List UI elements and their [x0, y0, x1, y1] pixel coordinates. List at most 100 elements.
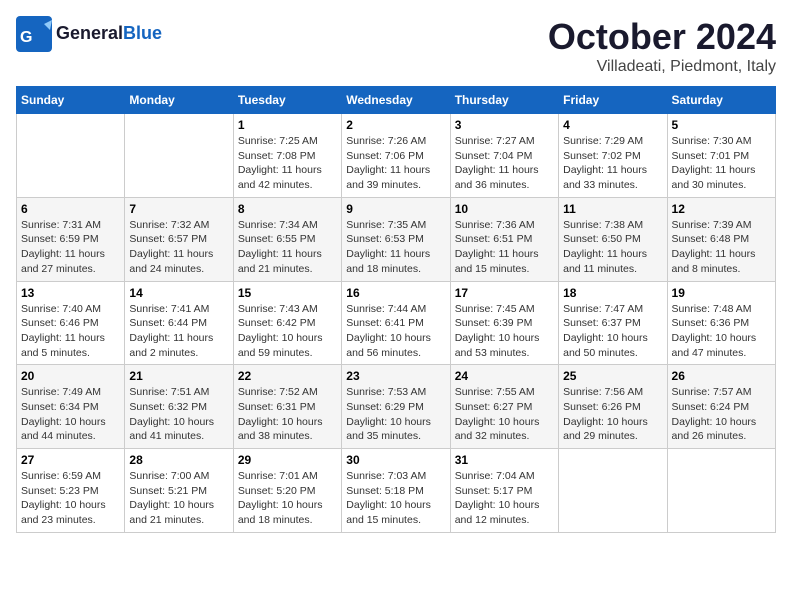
calendar-cell: 15 Sunrise: 7:43 AMSunset: 6:42 PMDayligh… [233, 281, 341, 365]
day-number: 29 [238, 453, 337, 467]
calendar-cell: 8 Sunrise: 7:34 AMSunset: 6:55 PMDaylight… [233, 197, 341, 281]
day-number: 28 [129, 453, 228, 467]
day-number: 3 [455, 118, 554, 132]
day-info: Sunrise: 7:51 AMSunset: 6:32 PMDaylight:… [129, 385, 228, 444]
day-number: 21 [129, 369, 228, 383]
day-number: 18 [563, 286, 662, 300]
day-number: 17 [455, 286, 554, 300]
day-info: Sunrise: 7:26 AMSunset: 7:06 PMDaylight:… [346, 134, 445, 193]
day-number: 12 [672, 202, 771, 216]
day-number: 10 [455, 202, 554, 216]
calendar-cell: 19 Sunrise: 7:48 AMSunset: 6:36 PMDayligh… [667, 281, 775, 365]
day-number: 14 [129, 286, 228, 300]
weekday-header: Wednesday [342, 87, 450, 114]
calendar-cell: 24Sunrise: 7:55 AMSunset: 6:27 PMDayligh… [450, 365, 558, 449]
day-info: Sunrise: 7:34 AMSunset: 6:55 PMDaylight:… [238, 218, 337, 277]
day-info: Sunrise: 7:25 AMSunset: 7:08 PMDaylight:… [238, 134, 337, 193]
calendar-cell: 9Sunrise: 7:35 AMSunset: 6:53 PMDaylight… [342, 197, 450, 281]
day-info: Sunrise: 7:29 AMSunset: 7:02 PMDaylight:… [563, 134, 662, 193]
logo: G GeneralBlue [16, 16, 162, 52]
logo-icon: G [16, 16, 52, 52]
calendar-cell: 30 Sunrise: 7:03 AMSunset: 5:18 PMDayligh… [342, 449, 450, 533]
calendar-week-row: 27 Sunrise: 6:59 AMSunset: 5:23 PMDayligh… [17, 449, 776, 533]
day-info: Sunrise: 7:30 AMSunset: 7:01 PMDaylight:… [672, 134, 771, 193]
day-info: Sunrise: 7:43 AMSunset: 6:42 PMDaylight:… [238, 302, 337, 361]
day-info: Sunrise: 7:04 AMSunset: 5:17 PMDaylight:… [455, 469, 554, 528]
calendar-cell: 26Sunrise: 7:57 AMSunset: 6:24 PMDayligh… [667, 365, 775, 449]
calendar-cell: 25Sunrise: 7:56 AMSunset: 6:26 PMDayligh… [559, 365, 667, 449]
day-info: Sunrise: 7:40 AMSunset: 6:46 PMDaylight:… [21, 302, 120, 361]
day-number: 11 [563, 202, 662, 216]
calendar-week-row: 13 Sunrise: 7:40 AMSunset: 6:46 PMDayligh… [17, 281, 776, 365]
weekday-header: Sunday [17, 87, 125, 114]
day-number: 1 [238, 118, 337, 132]
day-number: 16 [346, 286, 445, 300]
day-number: 30 [346, 453, 445, 467]
calendar-cell: 23 Sunrise: 7:53 AMSunset: 6:29 PMDayligh… [342, 365, 450, 449]
weekday-header: Thursday [450, 87, 558, 114]
calendar-cell: 16 Sunrise: 7:44 AMSunset: 6:41 PMDayligh… [342, 281, 450, 365]
day-info: Sunrise: 7:01 AMSunset: 5:20 PMDaylight:… [238, 469, 337, 528]
calendar-cell: 1 Sunrise: 7:25 AMSunset: 7:08 PMDaylight… [233, 114, 341, 198]
day-number: 2 [346, 118, 445, 132]
day-info: Sunrise: 7:38 AMSunset: 6:50 PMDaylight:… [563, 218, 662, 277]
day-number: 5 [672, 118, 771, 132]
day-info: Sunrise: 7:49 AMSunset: 6:34 PMDaylight:… [21, 385, 120, 444]
location: Villadeati, Piedmont, Italy [548, 58, 776, 76]
day-number: 4 [563, 118, 662, 132]
day-info: Sunrise: 7:52 AMSunset: 6:31 PMDaylight:… [238, 385, 337, 444]
day-number: 22 [238, 369, 337, 383]
day-info: Sunrise: 7:31 AMSunset: 6:59 PMDaylight:… [21, 218, 120, 277]
day-number: 7 [129, 202, 228, 216]
day-info: Sunrise: 7:00 AMSunset: 5:21 PMDaylight:… [129, 469, 228, 528]
day-info: Sunrise: 7:27 AMSunset: 7:04 PMDaylight:… [455, 134, 554, 193]
calendar-cell: 4 Sunrise: 7:29 AMSunset: 7:02 PMDaylight… [559, 114, 667, 198]
calendar-cell: 18 Sunrise: 7:47 AMSunset: 6:37 PMDayligh… [559, 281, 667, 365]
day-info: Sunrise: 6:59 AMSunset: 5:23 PMDaylight:… [21, 469, 120, 528]
day-info: Sunrise: 7:44 AMSunset: 6:41 PMDaylight:… [346, 302, 445, 361]
calendar-header-row: SundayMondayTuesdayWednesdayThursdayFrid… [17, 87, 776, 114]
title-block: October 2024 Villadeati, Piedmont, Italy [548, 16, 776, 76]
calendar-cell [667, 449, 775, 533]
day-number: 9 [346, 202, 445, 216]
calendar-cell: 5 Sunrise: 7:30 AMSunset: 7:01 PMDaylight… [667, 114, 775, 198]
day-number: 19 [672, 286, 771, 300]
calendar-cell: 27 Sunrise: 6:59 AMSunset: 5:23 PMDayligh… [17, 449, 125, 533]
calendar-cell: 29 Sunrise: 7:01 AMSunset: 5:20 PMDayligh… [233, 449, 341, 533]
day-number: 6 [21, 202, 120, 216]
day-info: Sunrise: 7:36 AMSunset: 6:51 PMDaylight:… [455, 218, 554, 277]
day-number: 15 [238, 286, 337, 300]
calendar-cell: 31Sunrise: 7:04 AMSunset: 5:17 PMDayligh… [450, 449, 558, 533]
day-info: Sunrise: 7:47 AMSunset: 6:37 PMDaylight:… [563, 302, 662, 361]
calendar-cell: 21 Sunrise: 7:51 AMSunset: 6:32 PMDayligh… [125, 365, 233, 449]
day-info: Sunrise: 7:03 AMSunset: 5:18 PMDaylight:… [346, 469, 445, 528]
calendar-cell: 6 Sunrise: 7:31 AMSunset: 6:59 PMDaylight… [17, 197, 125, 281]
calendar-cell: 20 Sunrise: 7:49 AMSunset: 6:34 PMDayligh… [17, 365, 125, 449]
calendar-cell: 2 Sunrise: 7:26 AMSunset: 7:06 PMDaylight… [342, 114, 450, 198]
day-info: Sunrise: 7:32 AMSunset: 6:57 PMDaylight:… [129, 218, 228, 277]
day-number: 27 [21, 453, 120, 467]
calendar-cell: 17 Sunrise: 7:45 AMSunset: 6:39 PMDayligh… [450, 281, 558, 365]
calendar-cell: 28 Sunrise: 7:00 AMSunset: 5:21 PMDayligh… [125, 449, 233, 533]
day-number: 13 [21, 286, 120, 300]
day-number: 20 [21, 369, 120, 383]
calendar-cell: 7 Sunrise: 7:32 AMSunset: 6:57 PMDaylight… [125, 197, 233, 281]
calendar-table: SundayMondayTuesdayWednesdayThursdayFrid… [16, 86, 776, 533]
day-info: Sunrise: 7:56 AMSunset: 6:26 PMDaylight:… [563, 385, 662, 444]
day-number: 8 [238, 202, 337, 216]
calendar-cell: 13 Sunrise: 7:40 AMSunset: 6:46 PMDayligh… [17, 281, 125, 365]
day-number: 24 [455, 369, 554, 383]
day-number: 23 [346, 369, 445, 383]
calendar-cell [125, 114, 233, 198]
month-title: October 2024 [548, 16, 776, 58]
calendar-cell: 14Sunrise: 7:41 AMSunset: 6:44 PMDayligh… [125, 281, 233, 365]
day-info: Sunrise: 7:45 AMSunset: 6:39 PMDaylight:… [455, 302, 554, 361]
calendar-cell: 11 Sunrise: 7:38 AMSunset: 6:50 PMDayligh… [559, 197, 667, 281]
weekday-header: Tuesday [233, 87, 341, 114]
weekday-header: Friday [559, 87, 667, 114]
day-info: Sunrise: 7:48 AMSunset: 6:36 PMDaylight:… [672, 302, 771, 361]
svg-text:G: G [20, 29, 32, 46]
calendar-week-row: 1 Sunrise: 7:25 AMSunset: 7:08 PMDaylight… [17, 114, 776, 198]
day-info: Sunrise: 7:57 AMSunset: 6:24 PMDaylight:… [672, 385, 771, 444]
day-info: Sunrise: 7:53 AMSunset: 6:29 PMDaylight:… [346, 385, 445, 444]
